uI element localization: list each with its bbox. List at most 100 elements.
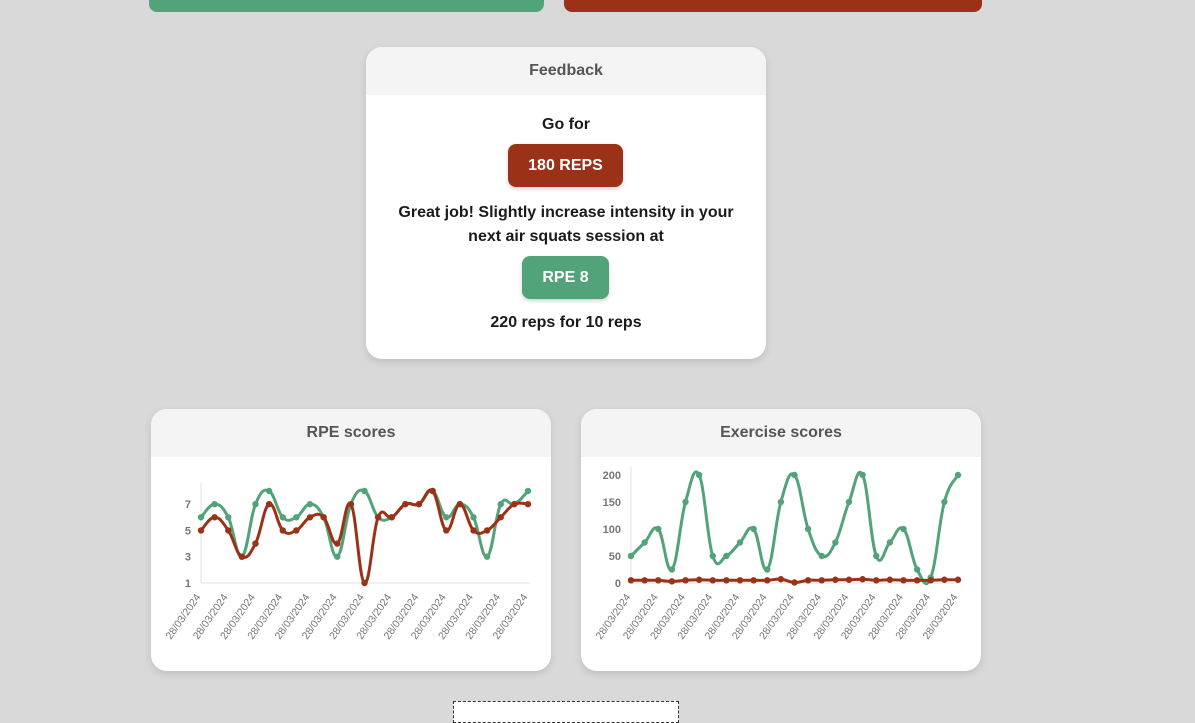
- rpe-data-point: [456, 500, 464, 508]
- rpe-line-chart: 135728/03/202428/03/202428/03/202428/03/…: [163, 483, 532, 642]
- exercise-data-point: [873, 577, 880, 584]
- exercise-data-point: [804, 525, 812, 533]
- rpe-data-point: [211, 514, 218, 521]
- reps-summary: 220 reps for 10 reps: [490, 314, 642, 331]
- rpe-target-button[interactable]: RPE 8: [522, 256, 609, 299]
- rpe-data-point: [470, 514, 477, 521]
- exercise-data-point: [777, 576, 785, 583]
- rpe-data-point: [293, 527, 300, 534]
- rpe-y-tick-label: 5: [185, 525, 191, 537]
- reps-target-button[interactable]: 180 REPS: [508, 144, 623, 187]
- exercise-data-point: [723, 552, 730, 560]
- rpe-data-point: [238, 553, 246, 560]
- exercise-data-point: [627, 552, 635, 560]
- rpe-y-tick-label: 1: [185, 578, 191, 590]
- rpe-data-point: [279, 514, 286, 521]
- rpe-data-point: [306, 500, 314, 508]
- rpe-data-point: [293, 514, 300, 521]
- exercise-data-point: [913, 566, 921, 573]
- exercise-data-point: [655, 577, 662, 584]
- rpe-data-point: [470, 527, 477, 534]
- exercise-y-tick-label: 150: [603, 497, 621, 509]
- exercise-line-chart: 05010015020028/03/202428/03/202428/03/20…: [593, 467, 962, 642]
- exercise-y-tick-label: 0: [615, 578, 621, 590]
- exercise-data-point: [682, 498, 689, 506]
- rpe-data-point: [524, 487, 532, 495]
- rpe-data-point: [483, 527, 491, 534]
- rpe-data-point: [225, 527, 232, 534]
- exercise-data-point: [804, 577, 812, 584]
- exercise-data-point: [668, 566, 676, 573]
- exercise-data-point: [709, 577, 716, 584]
- rpe-data-point: [524, 500, 532, 508]
- go-for-label: Go for: [542, 116, 590, 133]
- exercise-data-point: [954, 576, 962, 583]
- rpe-data-point: [483, 553, 491, 560]
- exercise-data-point: [954, 471, 962, 479]
- exercise-data-point: [750, 525, 757, 533]
- exercise-data-point: [886, 576, 894, 583]
- exercise-data-point: [873, 552, 880, 560]
- rpe-data-point: [265, 500, 273, 508]
- exercise-data-point: [900, 577, 907, 584]
- exercise-data-point: [818, 552, 825, 560]
- rpe-data-point: [511, 500, 518, 508]
- rpe-data-point: [443, 527, 450, 534]
- rpe-series-line-0: [199, 488, 530, 559]
- exercise-series-line-0: [629, 470, 960, 586]
- exercise-data-point: [695, 471, 703, 479]
- rpe-data-point: [443, 514, 450, 521]
- exercise-data-point: [941, 498, 948, 506]
- exercise-data-point: [764, 577, 771, 584]
- exercise-data-point: [668, 578, 676, 585]
- exercise-data-point: [750, 577, 757, 584]
- rpe-data-point: [265, 487, 273, 495]
- exercise-data-point: [641, 539, 648, 546]
- exercise-data-point: [927, 577, 934, 584]
- rpe-data-point: [497, 500, 504, 508]
- green-action-bar[interactable]: [149, 0, 544, 12]
- rpe-data-point: [361, 579, 368, 587]
- exercise-y-tick-label: 200: [603, 470, 621, 482]
- exercise-data-point: [764, 566, 771, 573]
- rpe-data-point: [197, 514, 205, 521]
- exercise-data-point: [845, 498, 853, 506]
- exercise-data-point: [682, 577, 689, 584]
- exercise-chart-title: Exercise scores: [581, 409, 981, 457]
- exercise-data-point: [859, 576, 866, 583]
- rpe-data-point: [361, 487, 368, 495]
- exercise-data-point: [655, 525, 662, 533]
- exercise-data-point: [886, 539, 894, 546]
- feedback-title: Feedback: [366, 47, 766, 95]
- feedback-card: Feedback Go for 180 REPS Great job! Slig…: [366, 47, 766, 359]
- exercise-data-point: [695, 576, 703, 583]
- dashed-drop-zone[interactable]: [453, 701, 679, 723]
- exercise-data-point: [900, 525, 907, 533]
- rpe-y-tick-label: 3: [185, 552, 191, 564]
- exercise-chart-card: Exercise scores 0 50 100 150 200 28/03/2024 28…: [581, 409, 981, 671]
- exercise-data-point: [736, 539, 744, 546]
- red-action-bar[interactable]: [564, 0, 982, 12]
- rpe-data-point: [402, 500, 409, 508]
- exercise-data-point: [723, 577, 730, 584]
- rpe-data-point: [320, 514, 327, 521]
- rpe-data-point: [252, 540, 259, 547]
- rpe-data-point: [279, 527, 286, 534]
- exercise-data-point: [913, 577, 921, 584]
- rpe-data-point: [197, 527, 205, 534]
- rpe-data-point: [306, 514, 314, 521]
- rpe-data-point: [252, 500, 259, 508]
- exercise-data-point: [832, 576, 839, 583]
- exercise-data-point: [791, 579, 798, 586]
- rpe-chart-card: RPE scores 1 3 5 7 28/03/2024 28/03/2024 28/03…: [151, 409, 551, 671]
- rpe-data-point: [388, 514, 395, 521]
- rpe-data-point: [347, 500, 355, 508]
- exercise-data-point: [627, 577, 635, 584]
- exercise-data-point: [736, 577, 744, 584]
- exercise-data-point: [777, 498, 785, 506]
- rpe-data-point: [497, 514, 504, 521]
- rpe-chart-title: RPE scores: [151, 409, 551, 457]
- feedback-message-line2: next air squats session at: [468, 228, 664, 245]
- exercise-data-point: [941, 576, 948, 583]
- rpe-data-point: [429, 487, 436, 495]
